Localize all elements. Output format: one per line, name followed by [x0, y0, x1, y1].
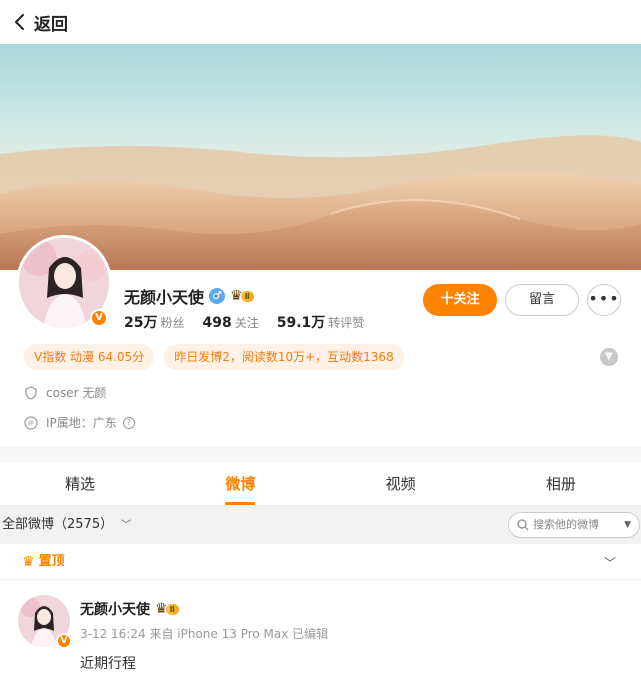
stat-label: 转评赞: [328, 316, 365, 330]
verified-badge-icon: V: [90, 309, 108, 327]
post-author[interactable]: 无颜小天使: [80, 599, 150, 619]
profile-avatar[interactable]: V: [16, 235, 112, 331]
vip-level: Ⅱ: [165, 603, 179, 615]
search-posts-input[interactable]: 搜索他的微博 ▼: [508, 512, 640, 538]
filter-label: 全部微博（2575）: [2, 517, 114, 532]
section-divider: [0, 446, 641, 462]
profile-tabs: 精选 微博 视频 相册: [0, 462, 641, 506]
ip-icon: IP: [24, 415, 38, 430]
svg-text:IP: IP: [28, 420, 34, 427]
filter-bar: 全部微博（2575） ﹀ 搜索他的微博 ▼: [0, 506, 641, 544]
stat-reposts-likes[interactable]: 59.1万 转评赞: [277, 312, 365, 332]
message-button[interactable]: 留言: [505, 284, 579, 316]
search-icon: [517, 519, 529, 531]
caret-down-icon[interactable]: ▼: [624, 513, 631, 537]
back-label: 返回: [34, 14, 68, 35]
post-author-row: 无颜小天使 ♛ Ⅱ: [80, 599, 179, 619]
follow-button[interactable]: 十关注: [423, 284, 497, 316]
tab-videos[interactable]: 视频: [321, 462, 481, 505]
profile-name: 无颜小天使: [124, 288, 205, 307]
search-placeholder: 搜索他的微博: [533, 518, 599, 531]
top-bar: 返回: [0, 0, 641, 44]
profile-name-row: 无颜小天使 ♂ ♛ Ⅱ: [124, 284, 254, 308]
profile-description: coser 无颜: [46, 386, 107, 400]
vip-level: Ⅱ: [240, 290, 254, 302]
more-options-button[interactable]: •••: [587, 284, 621, 316]
profile-tags: V指数 动漫 64.05分 昨日发博2，阅读数10万+，互动数1368: [24, 344, 414, 370]
ip-location-row: IP IP属地：广东 ?: [24, 414, 135, 431]
crown-icon: ♛: [22, 554, 35, 570]
verified-badge-icon: V: [56, 633, 72, 649]
back-button[interactable]: 返回: [12, 9, 68, 35]
ip-location: IP属地：广东: [46, 416, 117, 430]
help-icon[interactable]: ?: [122, 416, 135, 429]
pinned-section-header: ♛ 置顶 ﹀: [0, 544, 641, 580]
gender-male-icon: ♂: [209, 288, 226, 304]
shield-icon: [24, 385, 38, 400]
chevron-down-icon: ﹀: [121, 520, 132, 531]
post-meta: 3-12 16:24 来自 iPhone 13 Pro Max 已编辑: [80, 627, 329, 641]
post-item[interactable]: V 无颜小天使 ♛ Ⅱ 3-12 16:24 来自 iPhone 13 Pro …: [0, 581, 641, 679]
chevron-down-icon[interactable]: ﹀: [604, 554, 616, 571]
post-text: 近期行程: [80, 656, 136, 672]
stat-label: 关注: [234, 316, 259, 330]
profile-description-row: coser 无颜: [24, 384, 106, 401]
vip-badge[interactable]: ♛ Ⅱ: [155, 601, 179, 617]
tab-weibo[interactable]: 微博: [160, 462, 320, 505]
stat-label: 粉丝: [160, 316, 185, 330]
stat-value: 59.1万: [276, 315, 326, 331]
pinned-text: 置顶: [38, 554, 65, 569]
stat-followers[interactable]: 25万 粉丝: [124, 312, 185, 332]
stat-value: 498: [202, 315, 232, 331]
stat-following[interactable]: 498 关注: [203, 314, 259, 331]
post-avatar[interactable]: V: [18, 595, 72, 649]
chevron-left-icon: [15, 14, 24, 30]
vip-badge[interactable]: ♛ Ⅱ: [230, 288, 254, 304]
tab-featured[interactable]: 精选: [0, 462, 160, 505]
profile-stats: 25万 粉丝 498 关注 59.1万 转评赞: [124, 312, 382, 332]
tab-albums[interactable]: 相册: [481, 462, 641, 505]
activity-tag[interactable]: 昨日发博2，阅读数10万+，互动数1368: [164, 344, 404, 370]
expand-chevron-icon[interactable]: ▼: [600, 348, 618, 366]
v-index-tag[interactable]: V指数 动漫 64.05分: [24, 344, 155, 370]
pinned-label: ♛ 置顶: [22, 544, 65, 580]
stat-value: 25万: [124, 315, 158, 331]
all-posts-dropdown[interactable]: 全部微博（2575） ﹀: [2, 506, 131, 545]
